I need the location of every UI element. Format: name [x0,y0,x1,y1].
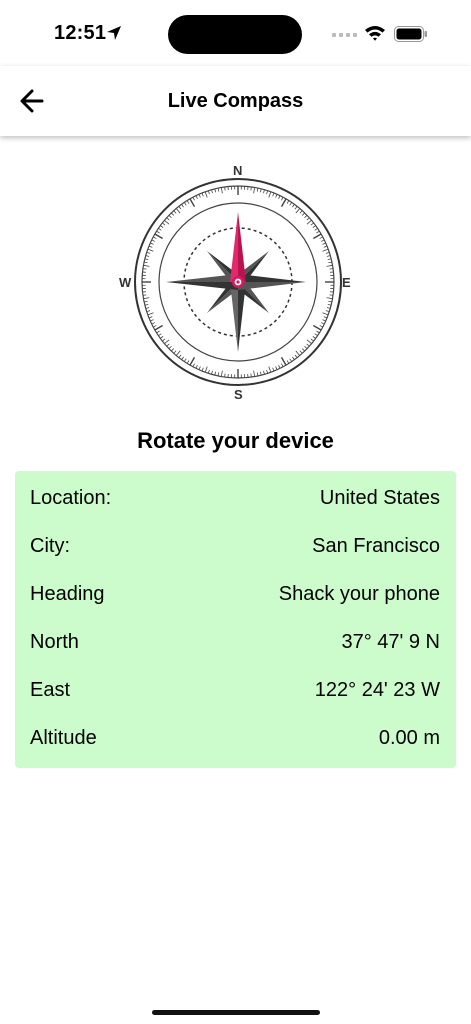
compass-tick [143,264,150,267]
compass-tick [312,324,322,331]
dynamic-island [168,15,302,54]
compass-tick [295,350,301,356]
compass-tick [147,248,154,252]
city-value: San Francisco [312,535,440,557]
heading-value: Shack your phone [278,583,440,605]
compass-tick [147,312,154,316]
compass-tick [154,324,164,331]
east-row: East 122° 24' 23 W [30,675,440,705]
compass-tick [220,370,223,377]
compass-tick [220,187,223,194]
compass-tick [164,219,170,225]
compass-tick [189,356,196,366]
compass-label-north: N [233,163,243,178]
heading-row: Heading Shack your phone [30,579,440,609]
north-value: 37° 47' 9 N [341,631,440,653]
compass-tick [326,297,333,300]
altitude-row: Altitude 0.00 m [30,723,440,753]
altitude-value: 0.00 m [378,727,440,749]
compass-tick [268,191,272,198]
compass-tick [253,370,256,377]
status-time: 12:51 [54,22,107,44]
north-label: North [30,631,79,653]
east-label: East [30,679,71,701]
compass-tick [189,198,196,208]
compass-tick [253,187,256,194]
compass-tick [306,339,312,345]
compass-tick [175,208,181,214]
cellular-signal-icon [332,33,357,37]
compass-label-east: E [342,275,351,290]
compass-tick [204,191,208,198]
north-row: North 37° 47' 9 N [30,627,440,657]
compass-tick [175,350,181,356]
compass-tick [164,339,170,345]
heading-label: Heading [30,583,105,605]
compass-tick [143,297,150,300]
location-row: Location: United States [30,483,440,513]
compass-tick [204,366,208,373]
compass-tick [326,264,333,267]
city-label: City: [30,535,70,557]
compass-tick [280,198,287,208]
compass-tick [154,233,164,240]
compass-tick [322,312,329,316]
battery-icon [394,26,427,42]
compass-tick [306,219,312,225]
compass-dial: N E S W [118,160,358,404]
compass-rose-icon [134,178,342,386]
compass-tick [295,208,301,214]
compass-tick [268,366,272,373]
rotate-prompt: Rotate your device [137,428,334,453]
page-title: Live Compass [167,90,304,112]
east-value: 122° 24' 23 W [314,679,440,701]
compass-tick [280,356,287,366]
compass-tick [312,233,322,240]
location-value: United States [319,487,440,509]
location-label: Location: [30,487,112,509]
compass-label-west: W [119,275,132,290]
altitude-label: Altitude [30,727,97,749]
city-row: City: San Francisco [30,531,440,561]
status-bar: 12:51 [0,0,471,66]
home-indicator[interactable] [152,1010,320,1015]
location-arrow-icon [107,26,121,40]
compass-tick [322,248,329,252]
navigation-bar: Live Compass [0,66,471,136]
compass-label-south: S [234,387,243,402]
wifi-icon [365,26,385,41]
info-card: Location: United States City: San Franci… [15,471,456,768]
